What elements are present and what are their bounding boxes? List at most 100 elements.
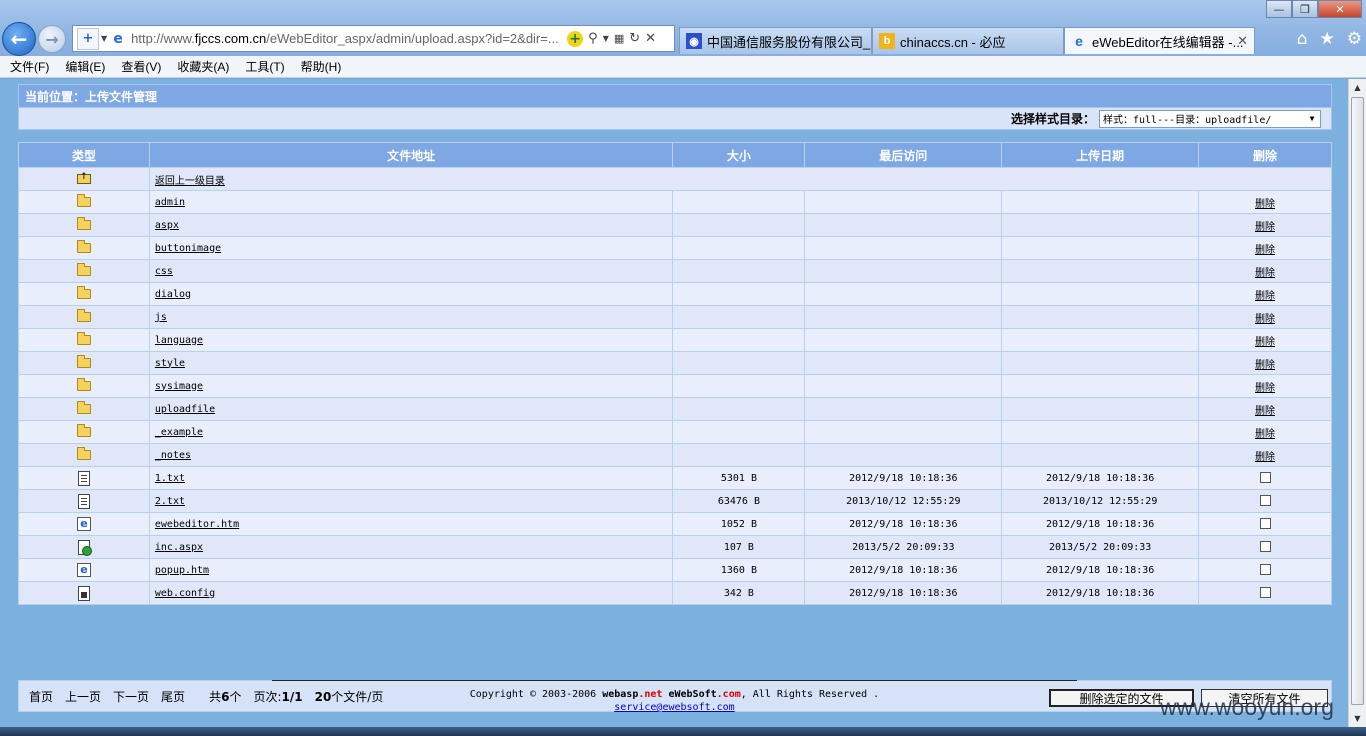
scroll-up-icon[interactable]: ▲ xyxy=(1349,79,1366,96)
tab-1[interactable]: ◉ 中国通信服务股份有限公司_... xyxy=(679,27,872,54)
delete-link[interactable]: 删除 xyxy=(1255,291,1275,302)
contact-email-link[interactable]: service@ewebsoft.com xyxy=(272,702,1077,713)
folder-link[interactable]: _notes xyxy=(155,450,191,461)
next-page-link[interactable]: 下一页 xyxy=(113,688,149,705)
file-link[interactable]: popup.htm xyxy=(155,565,209,576)
folder-link[interactable]: uploadfile xyxy=(155,404,215,415)
delete-link[interactable]: 删除 xyxy=(1255,268,1275,279)
compatibility-view-icon[interactable]: ▦ xyxy=(614,32,624,45)
prev-page-link[interactable]: 上一页 xyxy=(65,688,101,705)
menu-file[interactable]: 文件(F) xyxy=(10,58,49,75)
type-cell xyxy=(18,443,150,467)
menu-tools[interactable]: 工具(T) xyxy=(245,58,284,75)
delete-link[interactable]: 删除 xyxy=(1255,360,1275,371)
first-page-link[interactable]: 首页 xyxy=(29,688,53,705)
upload-cell: 2013/10/12 12:55:29 xyxy=(1001,489,1200,513)
menu-favorites[interactable]: 收藏夹(A) xyxy=(177,58,229,75)
file-table: 类型 文件地址 大小 最后访问 上传日期 删除 返回上一级目录 admin删除a… xyxy=(18,142,1333,605)
file-link[interactable]: ewebeditor.htm xyxy=(155,519,239,530)
file-link[interactable]: 2.txt xyxy=(155,496,185,507)
file-link[interactable]: inc.aspx xyxy=(155,542,203,553)
back-button[interactable]: ← xyxy=(2,22,36,56)
table-row: 1.txt 5301 B 2012/9/18 10:18:36 2012/9/18 1… xyxy=(18,466,1332,490)
type-cell: e xyxy=(18,558,150,582)
minimize-button[interactable]: — xyxy=(1266,0,1292,18)
folder-link[interactable]: aspx xyxy=(155,220,179,231)
vertical-scrollbar[interactable]: ▲ ▼ xyxy=(1348,79,1366,727)
delete-link[interactable]: 删除 xyxy=(1255,429,1275,440)
scroll-thumb[interactable] xyxy=(1351,97,1364,705)
name-cell: language xyxy=(148,328,674,352)
type-cell xyxy=(18,374,150,398)
delete-link[interactable]: 删除 xyxy=(1255,406,1275,417)
url-text[interactable]: http://www.fjccs.com.cn/eWebEditor_aspx/… xyxy=(131,31,563,46)
delete-link[interactable]: 删除 xyxy=(1255,199,1275,210)
home-icon[interactable]: ⌂ xyxy=(1297,29,1308,49)
size-cell xyxy=(672,213,806,237)
search-icon[interactable]: ⚲ xyxy=(588,31,598,46)
delete-link[interactable]: 删除 xyxy=(1255,337,1275,348)
select-checkbox[interactable] xyxy=(1259,518,1271,530)
folder-link[interactable]: sysimage xyxy=(155,381,203,392)
folder-link[interactable]: admin xyxy=(155,197,185,208)
last-page-link[interactable]: 尾页 xyxy=(161,688,185,705)
style-select[interactable]: 样式：full---目录：uploadfile/ ▼ xyxy=(1099,109,1321,128)
delete-link[interactable]: 删除 xyxy=(1255,383,1275,394)
scroll-down-icon[interactable]: ▼ xyxy=(1349,710,1366,727)
folder-link[interactable]: css xyxy=(155,266,173,277)
name-cell: 2.txt xyxy=(148,489,674,513)
footer-divider xyxy=(272,680,1077,681)
name-cell: _notes xyxy=(148,443,674,467)
select-checkbox[interactable] xyxy=(1259,587,1271,599)
folder-icon xyxy=(76,262,91,276)
access-cell xyxy=(804,190,1003,214)
chevron-down-icon[interactable]: ▼ xyxy=(603,34,609,43)
file-link[interactable]: web.config xyxy=(155,588,215,599)
upload-cell xyxy=(1001,328,1200,352)
select-checkbox[interactable] xyxy=(1259,541,1271,553)
select-checkbox[interactable] xyxy=(1259,564,1271,576)
folder-link[interactable]: buttonimage xyxy=(155,243,221,254)
parent-directory-link[interactable]: 返回上一级目录 xyxy=(155,176,225,187)
window-close-button[interactable]: ✕ xyxy=(1318,0,1362,18)
type-cell xyxy=(18,236,150,260)
refresh-icon[interactable]: ↻ xyxy=(629,31,640,46)
type-cell xyxy=(18,282,150,306)
file-link[interactable]: 1.txt xyxy=(155,473,185,484)
folder-link[interactable]: dialog xyxy=(155,289,191,300)
maximize-button[interactable]: ❐ xyxy=(1292,0,1318,18)
select-checkbox[interactable] xyxy=(1259,495,1271,507)
menu-help[interactable]: 帮助(H) xyxy=(301,58,342,75)
folder-link[interactable]: style xyxy=(155,358,185,369)
menu-edit[interactable]: 编辑(E) xyxy=(65,58,105,75)
tab-3-active[interactable]: e eWebEditor在线编辑器 -... ✕ xyxy=(1064,27,1255,54)
size-cell xyxy=(672,351,806,375)
close-icon[interactable]: ✕ xyxy=(1237,33,1248,49)
add-icon[interactable]: + xyxy=(567,30,584,47)
delete-link[interactable]: 删除 xyxy=(1255,222,1275,233)
header-size: 大小 xyxy=(672,142,806,168)
folder-link[interactable]: js xyxy=(155,312,167,323)
folder-link[interactable]: language xyxy=(155,335,203,346)
select-checkbox[interactable] xyxy=(1259,472,1271,484)
chevron-down-icon[interactable]: ▼ xyxy=(101,34,107,43)
chevron-down-icon[interactable]: ▼ xyxy=(1304,110,1320,127)
favorites-star-icon[interactable]: ★ xyxy=(1320,29,1335,49)
tab-2[interactable]: b chinaccs.cn - 必应 xyxy=(872,27,1064,54)
menu-view[interactable]: 查看(V) xyxy=(121,58,161,75)
folder-link[interactable]: _example xyxy=(155,427,203,438)
table-row: style 删除 xyxy=(18,351,1332,375)
access-cell xyxy=(804,443,1003,467)
stop-icon[interactable]: ✕ xyxy=(645,31,656,46)
upload-cell xyxy=(1001,305,1200,329)
name-cell: popup.htm xyxy=(148,558,674,582)
delete-link[interactable]: 删除 xyxy=(1255,452,1275,463)
address-bar[interactable]: + ▼ e http://www.fjccs.com.cn/eWebEditor… xyxy=(72,25,675,52)
delete-link[interactable]: 删除 xyxy=(1255,314,1275,325)
delete-cell xyxy=(1198,512,1332,536)
folder-icon xyxy=(76,308,91,322)
compat-icon[interactable]: + xyxy=(77,27,99,50)
delete-link[interactable]: 删除 xyxy=(1255,245,1275,256)
forward-button[interactable]: → xyxy=(38,25,66,53)
gear-icon[interactable]: ⚙ xyxy=(1347,29,1362,49)
